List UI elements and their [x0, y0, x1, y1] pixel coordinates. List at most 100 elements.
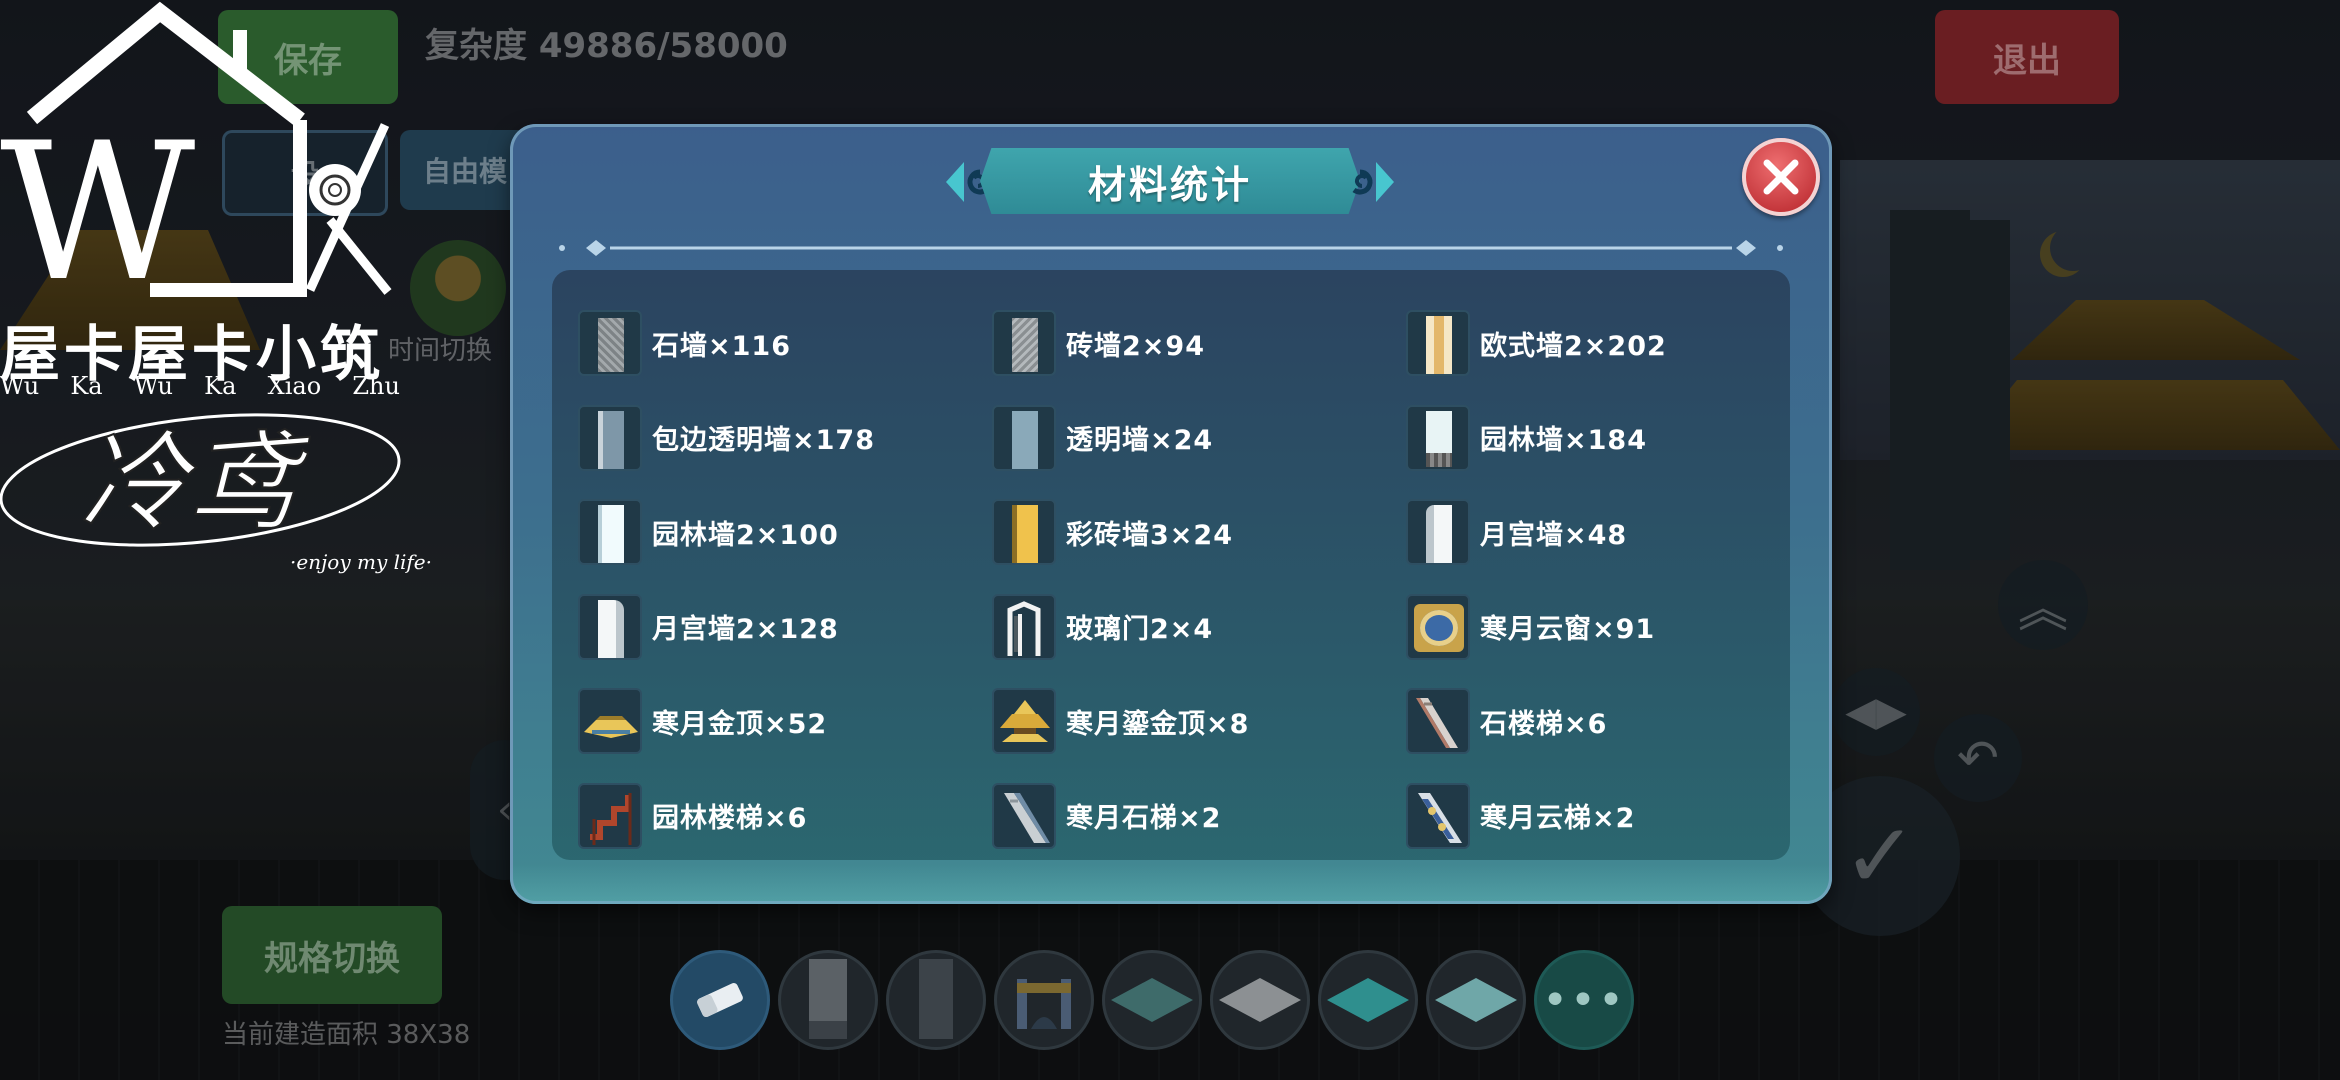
light-tile-tool[interactable]: [1426, 950, 1526, 1050]
color-brick-wall-icon: [992, 499, 1056, 566]
golden-roof-icon: [578, 688, 642, 755]
pinyin-syllable: Xiao: [267, 372, 322, 400]
framed-glass-wall-icon: [578, 404, 642, 471]
material-list-panel: 石墙×116 砖墙2×94 欧式墙2×202 包边透明墙×178 透明墙×24 …: [552, 270, 1790, 860]
material-label: 园林墙×184: [1480, 425, 1647, 457]
pinyin-syllable: Zhu: [352, 372, 400, 400]
material-label: 透明墙×24: [1066, 425, 1214, 457]
dark-wall-icon: [781, 953, 875, 1047]
swirl-ornament-icon: [1352, 162, 1394, 202]
material-item: 寒月金顶×52: [578, 674, 992, 769]
material-item: 寒月石梯×2: [992, 769, 1406, 864]
logo-pinyin: Wu Ka Wu Ka Xiao Zhu: [0, 372, 400, 400]
material-item: 欧式墙2×202: [1406, 296, 1820, 391]
dark-panel-icon: [889, 953, 983, 1047]
dialog-title-plate: 材料统计: [940, 148, 1400, 214]
material-item: 砖墙2×94: [992, 296, 1406, 391]
eraser-tool[interactable]: [670, 950, 770, 1050]
logo-tagline: ·enjoy my life·: [290, 550, 432, 574]
build-area-label: 当前建造面积 38X38: [222, 1020, 471, 1050]
material-label: 寒月鎏金顶×8: [1066, 708, 1250, 740]
material-label: 园林墙2×100: [652, 519, 839, 551]
moon-palace-wall-2-icon: [578, 593, 642, 660]
material-label: 寒月石梯×2: [1066, 803, 1222, 835]
material-label: 月宫墙2×128: [652, 614, 839, 646]
exit-button[interactable]: 退出: [1935, 10, 2119, 104]
close-button[interactable]: [1742, 138, 1820, 216]
fence-icon: [997, 953, 1091, 1047]
chevron-up-icon: ︽: [2018, 580, 2068, 638]
glass-door-icon: [992, 593, 1056, 660]
title-divider: [559, 240, 1783, 256]
material-item: 园林墙2×100: [578, 485, 992, 580]
house-logo-icon: W 冷鸢: [0, 1, 401, 547]
mirror-button[interactable]: ◀▶: [1832, 668, 1920, 756]
material-toolbar: •••: [670, 950, 1634, 1060]
watermark-logo: W 冷鸢 屋卡屋卡小筑 Wu Ka Wu Ka Xiao Zhu ·enjoy …: [0, 0, 440, 600]
more-icon: •••: [1542, 974, 1626, 1026]
glass-wall-icon: [992, 404, 1056, 471]
material-label: 石墙×116: [652, 330, 791, 362]
material-item: 月宫墙×48: [1406, 485, 1820, 580]
material-label: 寒月云梯×2: [1480, 803, 1636, 835]
material-label: 园林楼梯×6: [652, 803, 808, 835]
pinyin-syllable: Ka: [70, 372, 103, 400]
more-tools-button[interactable]: •••: [1534, 950, 1634, 1050]
material-label: 包边透明墙×178: [652, 425, 875, 457]
gray-tile-tool[interactable]: [1210, 950, 1310, 1050]
material-label: 砖墙2×94: [1066, 330, 1205, 362]
material-item: 寒月云窗×91: [1406, 580, 1820, 675]
material-item: 石墙×116: [578, 296, 992, 391]
material-label: 寒月云窗×91: [1480, 614, 1656, 646]
light-tile-icon: [1429, 953, 1523, 1047]
stone-ladder-icon: [992, 782, 1056, 849]
material-item: 包边透明墙×178: [578, 391, 992, 486]
material-label: 寒月金顶×52: [652, 708, 828, 740]
dialog-title: 材料统计: [1087, 162, 1252, 207]
material-item: 月宫墙2×128: [578, 580, 992, 675]
brick-wall-icon: [992, 310, 1056, 377]
mirror-icon: ◀▶: [1845, 689, 1907, 735]
complexity-counter: 复杂度 49886/58000: [425, 26, 788, 66]
cyan-tile-tool[interactable]: [1318, 950, 1418, 1050]
move-up-button[interactable]: ︽: [1998, 560, 2088, 650]
gilded-roof-icon: [992, 688, 1056, 755]
logo-letter: W: [0, 102, 195, 323]
fence-tool[interactable]: [994, 950, 1094, 1050]
material-item: 园林墙×184: [1406, 391, 1820, 486]
pinyin-syllable: Wu: [0, 372, 40, 400]
cloud-ladder-icon: [1406, 782, 1470, 849]
rose-icon: [309, 164, 361, 216]
gray-tile-icon: [1213, 953, 1307, 1047]
garden-wall-icon: [1406, 404, 1470, 471]
material-label: 月宫墙×48: [1480, 519, 1628, 551]
material-label: 欧式墙2×202: [1480, 330, 1667, 362]
garden-wall-2-icon: [578, 499, 642, 566]
european-wall-icon: [1406, 310, 1470, 377]
stone-stairs-icon: [1406, 688, 1470, 755]
garden-stairs-icon: [578, 782, 642, 849]
close-icon: [1763, 159, 1799, 195]
material-item: 石楼梯×6: [1406, 674, 1820, 769]
material-item: 玻璃门2×4: [992, 580, 1406, 675]
pinyin-syllable: Wu: [133, 372, 173, 400]
cyan-tile-icon: [1321, 953, 1415, 1047]
material-item: 寒月云梯×2: [1406, 769, 1820, 864]
pinyin-syllable: Ka: [204, 372, 237, 400]
material-label: 彩砖墙3×24: [1066, 519, 1233, 551]
teal-tile-icon: [1105, 953, 1199, 1047]
material-item: 园林楼梯×6: [578, 769, 992, 864]
spec-switch-button[interactable]: 规格切换: [222, 906, 442, 1004]
cloud-window-icon: [1406, 593, 1470, 660]
material-label: 玻璃门2×4: [1066, 614, 1214, 646]
material-grid: 石墙×116 砖墙2×94 欧式墙2×202 包边透明墙×178 透明墙×24 …: [578, 296, 1790, 863]
stone-wall-icon: [578, 310, 642, 377]
dark-panel-tool[interactable]: [886, 950, 986, 1050]
dark-wall-tool[interactable]: [778, 950, 878, 1050]
material-item: 透明墙×24: [992, 391, 1406, 486]
material-item: 彩砖墙3×24: [992, 485, 1406, 580]
material-label: 石楼梯×6: [1480, 708, 1608, 740]
teal-tile-tool[interactable]: [1102, 950, 1202, 1050]
eraser-icon: [673, 953, 767, 1047]
moon-palace-wall-icon: [1406, 499, 1470, 566]
